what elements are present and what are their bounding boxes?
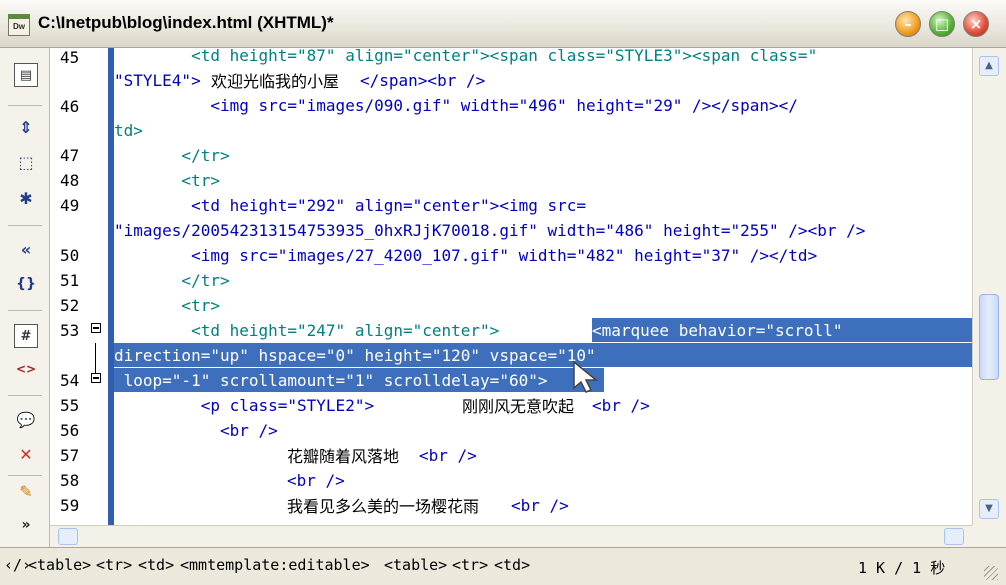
code-text: 花瓣随着风落地 — [287, 447, 400, 466]
code-line-selected: loop="-1" scrollamount="1" scrolldelay="… — [114, 371, 548, 390]
code-line: "images/200542313154753935_0hxRJjK70018.… — [114, 221, 866, 240]
wrap-tag-icon[interactable]: ✎ — [14, 480, 38, 504]
code-line: </span><br /> — [360, 71, 486, 90]
code-line-selected: direction="up" hspace="0" height="120" v… — [114, 346, 596, 365]
code-line: <td height="292" align="center"><img src… — [114, 196, 587, 215]
mouse-pointer-icon — [573, 360, 599, 393]
resize-grip[interactable] — [984, 566, 998, 580]
line-number: 47 — [60, 146, 80, 165]
collapse-toggle-icon[interactable] — [91, 373, 101, 383]
line-number: 45 — [60, 48, 80, 67]
toolbar-separator — [8, 475, 42, 476]
scroll-down-button[interactable]: ▼ — [979, 499, 999, 519]
tag-selector-item[interactable]: <tr> — [452, 556, 488, 574]
more-icon[interactable]: » — [14, 513, 38, 537]
document-size-indicator: 1 K / 1 秒 — [858, 559, 946, 577]
status-bar: ‹/› <table> <tr> <td> <mmtemplate:editab… — [0, 547, 1006, 585]
toolbar-separator — [8, 225, 42, 226]
minimize-button[interactable]: – — [895, 11, 921, 37]
tag-selector-item[interactable]: <tr> — [96, 556, 132, 574]
code-line: <br /> — [287, 471, 345, 490]
line-number: 49 — [60, 196, 80, 215]
code-line: <tr> — [114, 171, 220, 190]
line-number: 46 — [60, 97, 80, 116]
expand-all-icon[interactable]: ✱ — [14, 187, 38, 211]
collapse-toggle-icon[interactable] — [91, 323, 101, 333]
horizontal-scrollbar[interactable] — [50, 525, 972, 547]
toolbar-separator — [8, 310, 42, 311]
line-number: 59 — [60, 496, 80, 515]
code-line: <td height="87" align="center"><span cla… — [114, 48, 818, 65]
line-number: 58 — [60, 471, 80, 490]
collapse-selection-icon[interactable]: ⬚ — [14, 151, 38, 175]
code-line: <br /> — [114, 421, 278, 440]
code-line: <tr> — [114, 296, 220, 315]
code-line-selected: <marquee behavior="scroll" — [592, 321, 843, 340]
line-number: 50 — [60, 246, 80, 265]
line-number: 55 — [60, 396, 80, 415]
scroll-left-button[interactable] — [58, 528, 78, 545]
select-parent-tag-icon[interactable]: « — [14, 238, 38, 262]
scrollbar-corner — [972, 525, 1006, 547]
highlight-invalid-code-icon[interactable]: <> — [14, 357, 38, 381]
dreamweaver-app-icon: Dw — [8, 14, 30, 36]
code-line: <img src="images/090.gif" width="496" he… — [114, 96, 798, 115]
code-line: <br /> — [419, 446, 477, 465]
collapse-full-tag-icon[interactable]: ⇕ — [14, 116, 38, 140]
code-text: 刚刚风无意吹起 — [462, 397, 575, 416]
tag-selector-item[interactable]: <mmtemplate:editable> — [180, 556, 370, 574]
tag-selector-item[interactable]: <td> — [138, 556, 174, 574]
code-line: td> — [114, 121, 143, 140]
window-title: C:\Inetpub\blog\index.html (XHTML)* — [38, 13, 334, 32]
code-line: <p class="STYLE2"> — [114, 396, 375, 415]
close-button[interactable]: × — [963, 11, 989, 37]
line-number: 52 — [60, 296, 80, 315]
line-number-gutter: 45 46 47 48 49 50 51 52 53 54 55 56 57 5… — [50, 48, 108, 525]
code-line: <br /> — [511, 496, 569, 515]
code-line: <br /> — [592, 396, 650, 415]
tag-selector-item[interactable]: <table> — [28, 556, 91, 574]
balance-braces-icon[interactable]: {} — [14, 272, 38, 296]
code-line: <td height="247" align="center"> — [114, 321, 500, 340]
code-editor[interactable]: <td height="87" align="center"><span cla… — [114, 48, 972, 525]
toolbar-separator — [8, 395, 42, 396]
code-line: <img src="images/27_4200_107.gif" width=… — [114, 246, 818, 265]
maximize-button[interactable]: □ — [929, 11, 955, 37]
scroll-up-button[interactable]: ▲ — [979, 56, 999, 76]
line-numbers-icon[interactable]: # — [14, 324, 38, 348]
line-number: 56 — [60, 421, 80, 440]
line-number: 57 — [60, 446, 80, 465]
line-number: 48 — [60, 171, 80, 190]
line-number: 51 — [60, 271, 80, 290]
coding-toolbar: ▤ ⇕ ⬚ ✱ « {} # <> 💬 ✕ ✎ » — [0, 48, 50, 547]
code-line: </tr> — [114, 271, 230, 290]
toolbar-separator — [8, 105, 42, 106]
remove-comment-icon[interactable]: ✕ — [14, 443, 38, 467]
vertical-scrollbar[interactable]: ▲ ▼ — [972, 48, 1006, 525]
code-text: 我看见多么美的一场樱花雨 — [287, 497, 480, 516]
tag-selector-item[interactable]: <td> — [494, 556, 530, 574]
tag-selector-item[interactable]: <table> — [384, 556, 447, 574]
code-line: </tr> — [114, 146, 230, 165]
apply-comment-icon[interactable]: 💬 — [14, 408, 38, 432]
code-line: "STYLE4"> — [114, 71, 201, 90]
title-bar: Dw C:\Inetpub\blog\index.html (XHTML)* –… — [0, 0, 1006, 48]
scroll-right-button[interactable] — [944, 528, 964, 545]
code-text: 欢迎光临我的小屋 — [211, 72, 340, 91]
vertical-scroll-thumb[interactable] — [979, 294, 999, 380]
fold-guide — [95, 343, 96, 376]
document-options-icon[interactable]: ▤ — [14, 63, 38, 87]
